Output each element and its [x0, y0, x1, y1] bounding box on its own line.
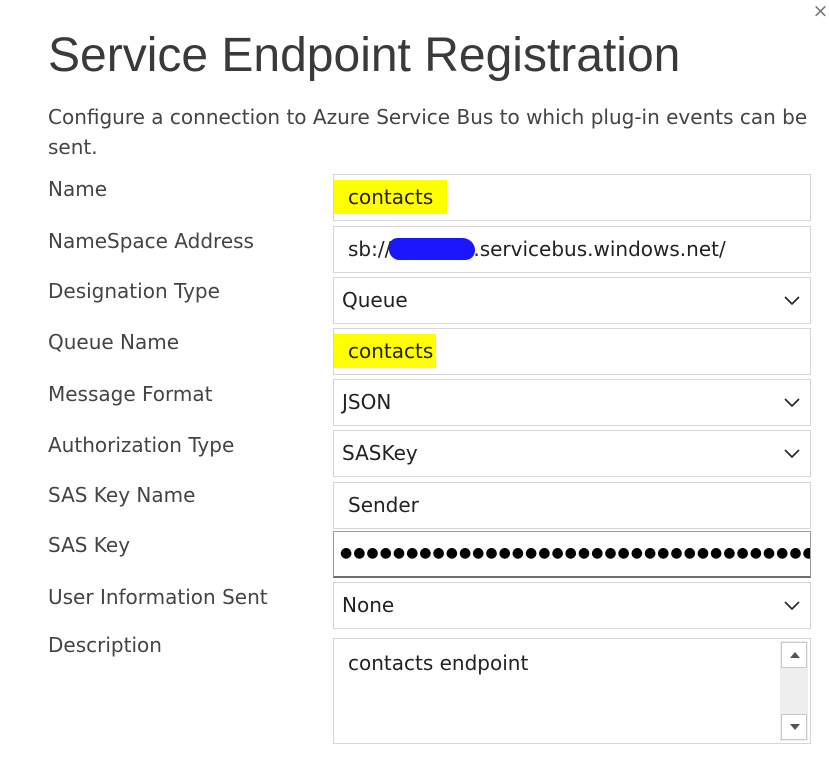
chevron-down-icon[interactable]	[784, 294, 800, 306]
authorization-type-label: Authorization Type	[48, 433, 235, 457]
queue-name-label: Queue Name	[48, 330, 180, 354]
scroll-down-button[interactable]	[781, 714, 807, 740]
message-format-label: Message Format	[48, 382, 213, 406]
sas-key-label: SAS Key	[48, 533, 131, 557]
user-information-sent-select[interactable]: None	[333, 582, 811, 629]
description-value: contacts endpoint	[348, 651, 529, 675]
namespace-address-suffix: .servicebus.windows.net/	[473, 237, 726, 261]
chevron-down-icon[interactable]	[784, 396, 800, 408]
user-information-sent-label: User Information Sent	[48, 585, 268, 609]
description-label: Description	[48, 633, 162, 657]
description-scrollbar[interactable]	[780, 641, 808, 741]
queue-name-value: contacts	[334, 334, 437, 368]
dialog-description: Configure a connection to Azure Service …	[48, 105, 808, 159]
namespace-address-prefix: sb://	[348, 237, 392, 261]
sas-key-masked-value: ●●●●●●●●●●●●●●●●●●●●●●●●●●●●●●●●●●●●●●	[340, 545, 811, 561]
description-textarea[interactable]: contacts endpoint	[333, 638, 811, 744]
redaction-mark	[389, 238, 476, 260]
triangle-up-icon	[790, 652, 800, 658]
close-icon[interactable]: ×	[813, 0, 829, 22]
name-label: Name	[48, 177, 108, 201]
triangle-down-icon	[790, 724, 800, 730]
queue-name-field[interactable]: contacts	[333, 328, 811, 375]
authorization-type-value: SASKey	[342, 441, 418, 465]
chevron-down-icon[interactable]	[784, 447, 800, 459]
sas-key-password-field[interactable]: ●●●●●●●●●●●●●●●●●●●●●●●●●●●●●●●●●●●●●●	[333, 531, 811, 578]
namespace-address-label: NameSpace Address	[48, 229, 254, 253]
designation-type-label: Designation Type	[48, 279, 220, 303]
sas-key-name-label: SAS Key Name	[48, 483, 196, 507]
name-value: contacts	[334, 180, 448, 214]
authorization-type-select[interactable]: SASKey	[333, 430, 811, 477]
chevron-down-icon[interactable]	[784, 599, 800, 611]
message-format-value: JSON	[342, 390, 392, 414]
namespace-address-field[interactable]: sb:// .servicebus.windows.net/	[333, 226, 811, 273]
user-information-sent-value: None	[342, 593, 395, 617]
message-format-select[interactable]: JSON	[333, 379, 811, 426]
close-button[interactable]: ×	[812, 0, 829, 22]
name-field[interactable]: contacts	[333, 174, 811, 221]
designation-type-select[interactable]: Queue	[333, 277, 811, 324]
sas-key-name-value: Sender	[348, 493, 419, 517]
designation-type-value: Queue	[342, 288, 408, 312]
sas-key-name-field[interactable]: Sender	[333, 482, 811, 529]
scroll-up-button[interactable]	[781, 642, 807, 668]
dialog-title: Service Endpoint Registration	[48, 29, 681, 82]
